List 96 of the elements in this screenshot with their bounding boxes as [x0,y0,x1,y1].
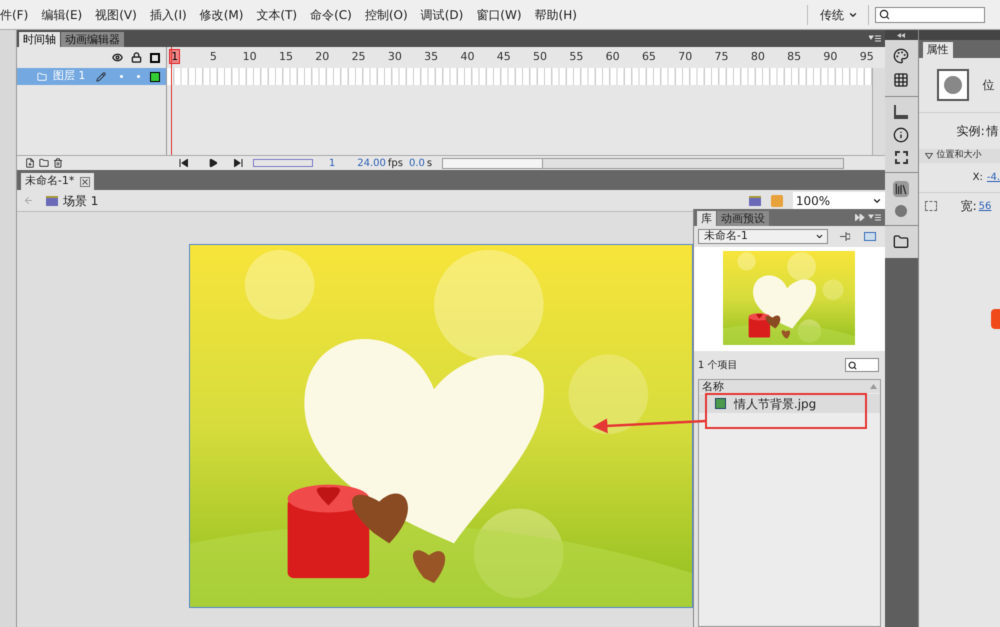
folder-icon [38,158,49,168]
back-icon [22,195,34,206]
layer-icon [36,72,47,82]
scrollbar[interactable] [872,68,885,155]
menu-item[interactable]: 调试(D) [420,6,464,24]
document-dropdown[interactable]: 未命名-1 [698,229,828,244]
frame-number[interactable]: 1 [167,49,196,66]
zoom-dropdown[interactable]: 100% [792,192,885,210]
align-icon [894,105,908,119]
frame-number[interactable]: 75 [703,49,740,66]
pencil-icon [96,72,106,82]
item-count: 1 个项目 [698,358,738,372]
horizontal-scrollbar[interactable] [442,158,844,168]
frame-number[interactable]: 20 [304,49,340,66]
menu-item[interactable]: 命令(C) [310,6,352,24]
swatches-icon [893,72,910,88]
new-layer-icon [24,158,35,168]
frame-number[interactable]: 55 [558,49,594,66]
info-icon [893,127,910,143]
frame-number[interactable]: 80 [740,49,776,66]
document-tab[interactable]: 未命名-1* [20,173,94,190]
last-frame-icon[interactable] [234,159,243,167]
link-icon [924,201,937,211]
palette-icon [893,48,910,64]
lock-icon [131,52,142,63]
frame-number[interactable]: 5 [195,49,232,66]
seconds-label: s [426,156,432,170]
menu-item[interactable]: 文本(T) [256,6,298,24]
menu-item[interactable]: 插入(I) [150,6,187,24]
x-value[interactable]: -4. [986,170,1000,185]
frame-number[interactable]: 45 [486,49,522,66]
layer-name: 图层 1 [52,68,86,84]
onion-skin-icon [252,159,313,167]
panel-tab[interactable]: 动画编辑器 [60,32,124,47]
outline-icon[interactable] [150,52,160,62]
expand-icon[interactable] [924,153,933,159]
menu-item[interactable]: 帮助(H) [534,6,577,24]
panel-menu-icon[interactable] [854,214,881,221]
new-library-icon[interactable] [864,232,876,241]
elapsed-time[interactable]: 0.0 [408,156,425,170]
x-label: X: [972,171,983,185]
column-header[interactable]: 名称 [698,380,880,393]
frame-number[interactable]: 25 [340,49,377,66]
frame-number[interactable]: 85 [776,49,812,66]
frame-number[interactable]: 95 [848,49,885,66]
eye-icon [112,52,124,63]
clapper-icon [46,196,58,206]
panel-tab[interactable]: 动画预设 [716,211,769,226]
close-icon[interactable] [80,176,90,186]
menu-item[interactable]: 控制(O) [364,6,408,24]
first-frame-icon[interactable] [178,159,188,167]
panel-tab[interactable]: 时间轴 [18,32,60,47]
frame-rate[interactable]: 24.00 [357,156,386,170]
frame-number[interactable]: 70 [667,49,704,66]
workspace-dropdown[interactable]: 传统 [820,6,858,24]
search-field[interactable] [875,6,985,22]
instance-name: 情 [986,123,999,140]
frame-number[interactable]: 30 [376,49,414,66]
current-frame[interactable]: 1 [328,156,336,170]
library-icon [893,181,910,197]
collapse-icon[interactable] [897,32,906,38]
panel-tab[interactable]: 属性 [922,42,953,58]
width-label: 宽: [960,198,977,215]
instance-label: 实例: [956,123,985,140]
frame-number[interactable]: 35 [413,49,450,66]
frame-number[interactable]: 90 [812,49,849,66]
search-icon [848,360,857,370]
scene-label[interactable]: 场景 1 [62,192,98,210]
library-item[interactable]: 情人节背景.jpg [698,394,880,413]
frame-number[interactable]: 60 [594,49,631,66]
frame-number[interactable]: 15 [268,49,304,66]
outline-color-swatch[interactable] [150,72,160,82]
pin-icon[interactable] [840,232,850,241]
frame-number[interactable]: 40 [449,49,486,66]
width-value[interactable]: 56 [978,198,992,214]
panel-menu-icon[interactable] [868,35,881,42]
bitmap-icon [714,398,726,409]
menu-item[interactable]: 件(F) [0,6,28,24]
frame-number[interactable]: 50 [522,49,558,66]
search-icon [879,9,890,20]
edit-scene-icon[interactable] [748,196,761,206]
fps-label: fps [388,156,403,170]
transform-icon [894,151,908,164]
delete-icon [52,158,63,168]
menu-item[interactable]: 视图(V) [95,6,137,24]
components-icon [893,234,910,250]
frame-number[interactable]: 10 [232,49,268,66]
menu-item[interactable]: 编辑(E) [41,6,82,24]
caret-icon [814,232,824,241]
menu-item[interactable]: 修改(M) [200,6,244,24]
menu-item[interactable]: 窗口(W) [476,6,522,24]
frame-number[interactable]: 65 [630,49,668,66]
panel-tab[interactable]: 库 [696,211,716,226]
symbol-type: 位 [982,77,995,94]
play-icon [208,158,218,168]
library-search-field[interactable] [844,358,879,372]
